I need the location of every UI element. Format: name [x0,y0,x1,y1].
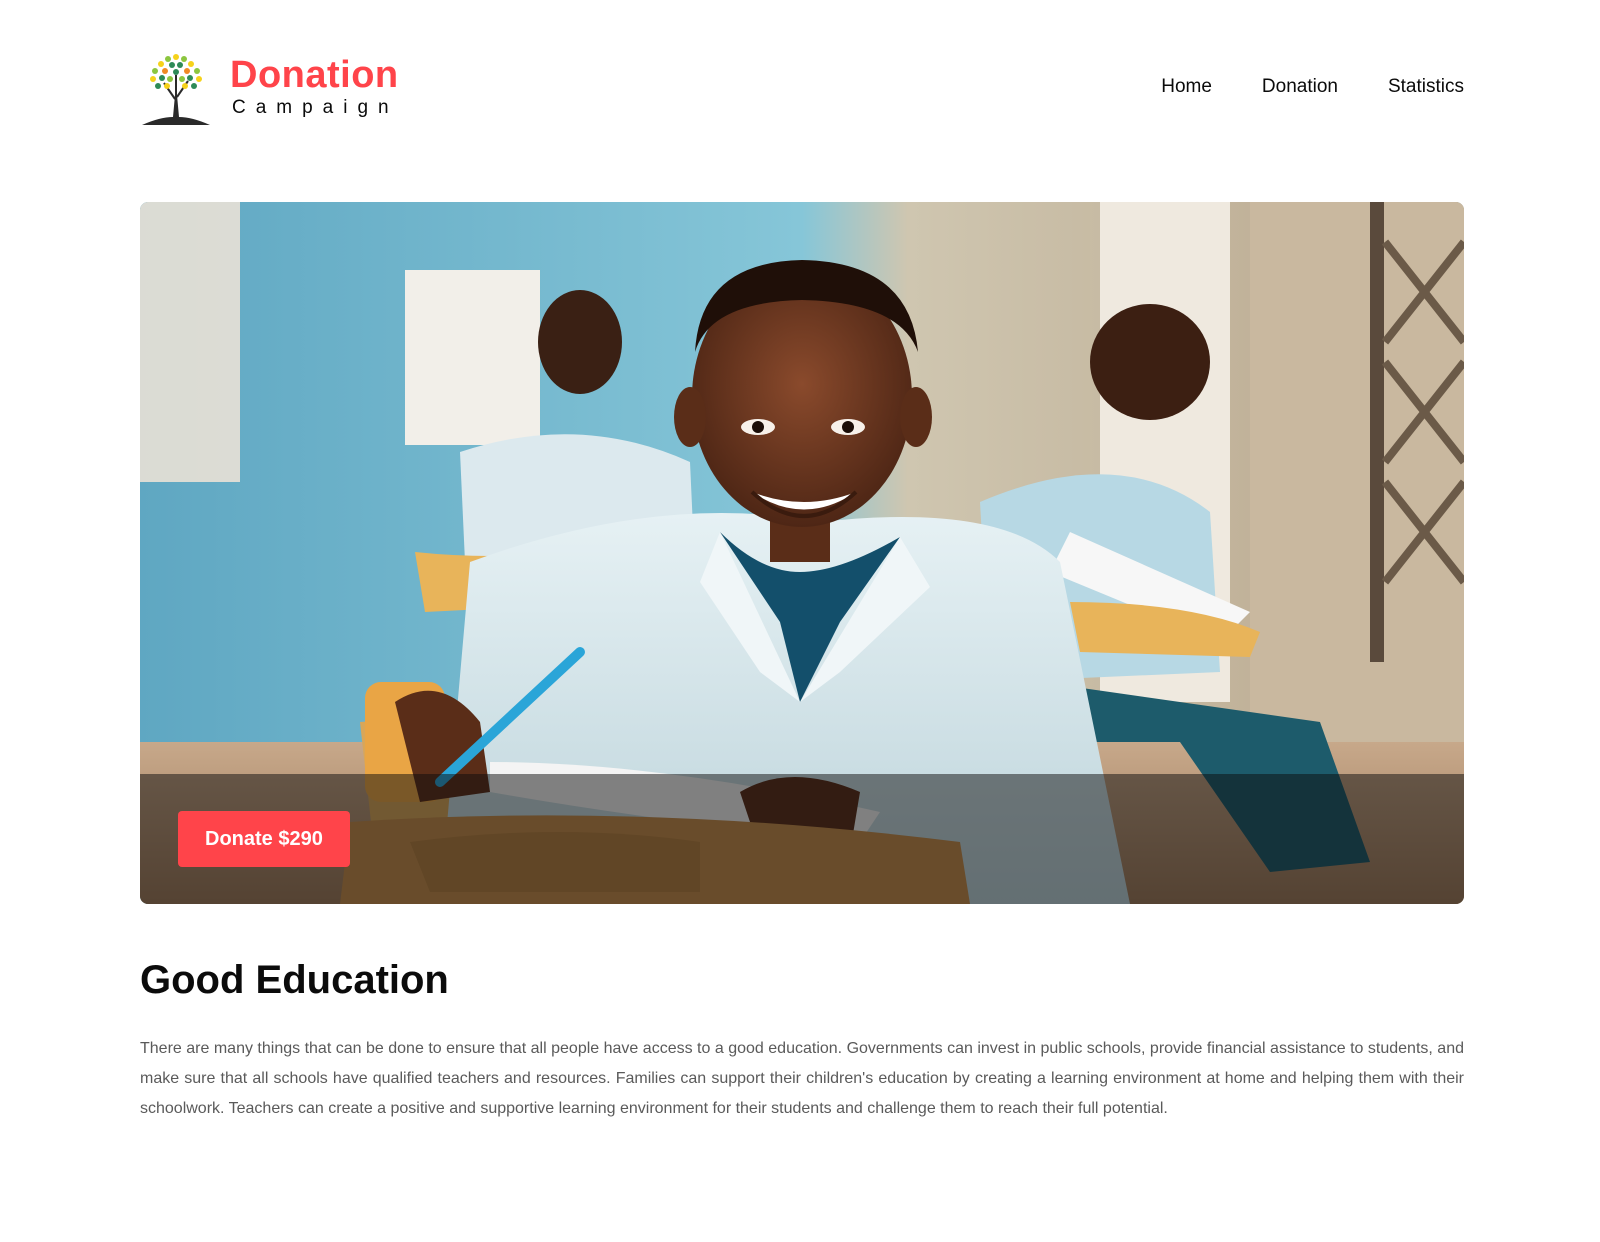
hero-overlay: Donate $290 [140,774,1464,904]
tree-icon [142,54,210,125]
brand-title: Donation [230,54,399,96]
brand[interactable]: Donation Campaign [140,47,399,127]
site-header: Donation Campaign Home Donation Statisti… [140,44,1464,130]
brand-text: Donation Campaign [230,55,399,119]
nav-donation[interactable]: Donation [1262,76,1338,98]
hero-banner: Donate $290 [140,202,1464,904]
brand-subtitle: Campaign [232,97,399,118]
nav-home[interactable]: Home [1161,76,1212,98]
campaign-description: There are many things that can be done t… [140,1040,1464,1117]
nav-statistics[interactable]: Statistics [1388,76,1464,98]
page-title: Good Education [140,958,449,1002]
donate-button[interactable]: Donate $290 [178,811,350,867]
main-nav: Home Donation Statistics [1161,76,1464,98]
